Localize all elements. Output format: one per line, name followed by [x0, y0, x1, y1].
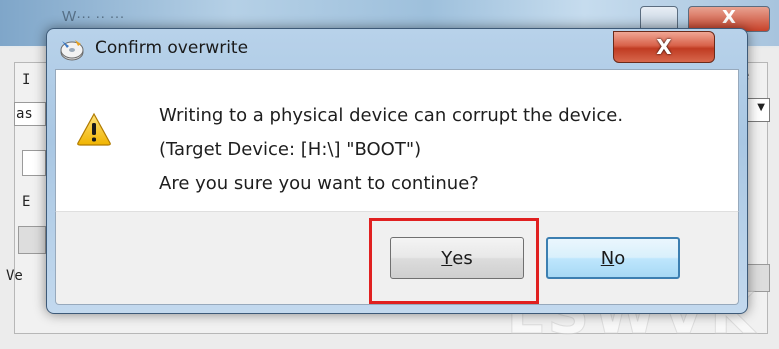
warning-icon: [77, 112, 111, 146]
background-label: I: [22, 72, 31, 88]
dialog-content: Writing to a physical device can corrupt…: [55, 69, 739, 212]
background-label: Ve: [6, 268, 23, 284]
dialog-titlebar[interactable]: Confirm overwrite X: [47, 29, 747, 67]
annotation-highlight-box: [369, 218, 539, 304]
message-line-3: Are you sure you want to continue?: [159, 173, 479, 194]
close-icon: X: [656, 35, 672, 59]
no-accelerator: N: [600, 247, 615, 269]
close-icon: X: [722, 7, 736, 28]
dialog-title: Confirm overwrite: [95, 38, 249, 58]
app-disk-icon: [60, 40, 84, 61]
message-line-2: (Target Device: [H:\] "BOOT"): [159, 139, 422, 160]
no-button[interactable]: No: [546, 237, 680, 279]
dialog-close-button[interactable]: X: [613, 31, 715, 63]
message-line-1: Writing to a physical device can corrupt…: [159, 105, 624, 126]
background-button[interactable]: [18, 226, 46, 254]
background-button[interactable]: [22, 150, 46, 176]
background-label: as: [16, 106, 33, 122]
chevron-down-icon: ▼: [757, 102, 765, 113]
no-label: o: [614, 247, 626, 269]
background-label: E: [22, 194, 31, 210]
background-title: W··· ·· ···: [62, 8, 125, 25]
